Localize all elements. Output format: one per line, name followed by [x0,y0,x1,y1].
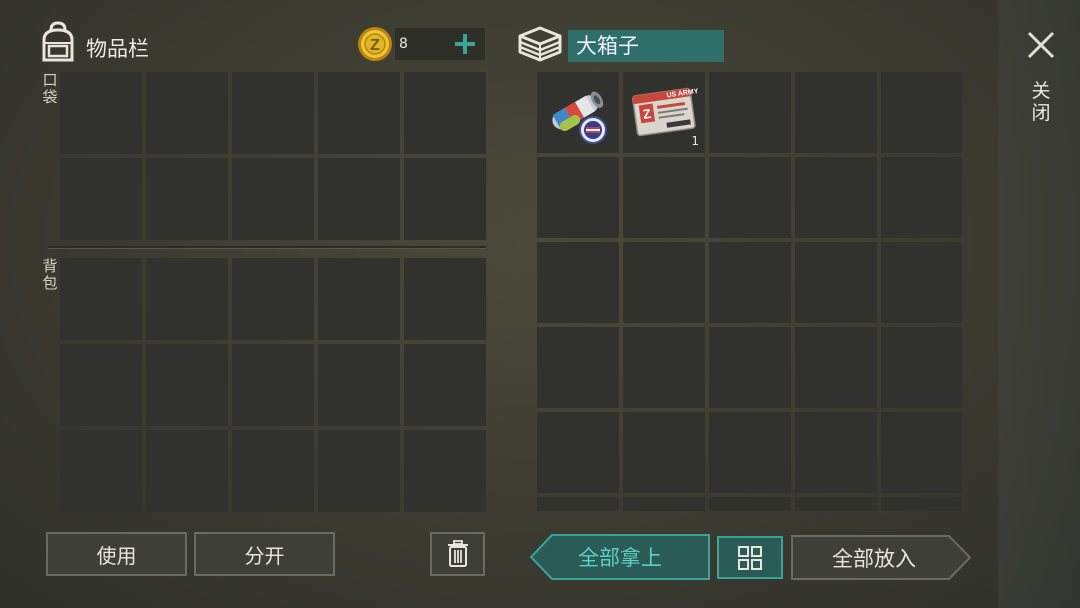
close-icon[interactable] [1026,30,1056,60]
pocket-slot[interactable] [318,158,400,240]
pocket-slot[interactable] [318,72,400,154]
grid-sort-icon [738,545,762,570]
coin-icon: Z [358,27,392,61]
container-slot[interactable] [881,242,962,323]
container-slot[interactable] [537,497,619,511]
close-label[interactable]: 关闭 [1030,80,1052,124]
container-slot[interactable] [795,412,877,493]
backpack-slot[interactable] [146,344,228,426]
split-button[interactable]: 分开 [194,532,335,576]
container-slot[interactable] [795,72,877,153]
backpack-slot[interactable] [60,258,142,340]
container-slot[interactable] [709,72,791,153]
take-all-button[interactable]: 全部拿上 [530,534,710,580]
backpack-slot[interactable] [232,430,314,512]
container-slot[interactable] [537,327,619,408]
container-slot[interactable] [623,497,705,511]
crate-icon [518,26,562,62]
backpack-slot[interactable] [404,258,486,340]
container-slot[interactable]: Z US ARMY 1 [623,72,705,153]
put-all-label: 全部放入 [832,546,916,571]
container-slot[interactable] [795,242,877,323]
container-slot[interactable] [709,412,791,493]
container-name: 大箱子 [568,30,724,62]
container-slot[interactable] [795,497,877,511]
backpack-slot[interactable] [146,430,228,512]
container-grid: Z US ARMY 1 [537,72,962,511]
pocket-slot[interactable] [60,72,142,154]
pocket-slot[interactable] [60,158,142,240]
sort-button[interactable] [717,536,783,579]
use-button[interactable]: 使用 [46,532,187,576]
backpack-slot[interactable] [146,258,228,340]
plus-icon [455,34,475,54]
container-slot[interactable] [709,327,791,408]
backpack-slot[interactable] [318,344,400,426]
container-slot[interactable] [881,72,962,153]
item-quantity: 1 [691,134,699,148]
pocket-slot[interactable] [232,158,314,240]
trash-button[interactable] [430,532,485,576]
backpack-slot[interactable] [404,430,486,512]
container-slot[interactable] [537,72,619,153]
backpack-grid [60,258,486,512]
section-divider [48,246,486,249]
pocket-grid [60,72,486,240]
backpack-slot[interactable] [232,344,314,426]
container-slot[interactable] [709,497,791,511]
backpack-slot[interactable] [60,344,142,426]
pocket-slot[interactable] [232,72,314,154]
container-slot[interactable] [623,157,705,238]
backpack-label: 背包 [42,257,58,292]
container-slot[interactable] [623,327,705,408]
container-slot[interactable] [623,242,705,323]
container-slot[interactable] [795,157,877,238]
put-all-button[interactable]: 全部放入 [791,535,971,580]
trash-icon [447,540,468,567]
take-all-label: 全部拿上 [578,546,662,570]
backpack-slot[interactable] [318,258,400,340]
posters-roll-icon [552,91,607,144]
container-slot[interactable] [709,157,791,238]
container-slot[interactable] [881,412,962,493]
add-coins-button[interactable] [447,28,483,60]
backpack-slot[interactable] [404,344,486,426]
us-army-id-card-icon: Z US ARMY [631,87,699,137]
container-slot[interactable] [537,242,619,323]
pocket-slot[interactable] [404,72,486,154]
backpack-icon [42,21,74,62]
pocket-slot[interactable] [404,158,486,240]
container-slot[interactable] [623,412,705,493]
container-slot[interactable] [795,327,877,408]
backpack-slot[interactable] [60,430,142,512]
container-slot[interactable] [881,157,962,238]
container-slot[interactable] [537,412,619,493]
coin-count: 8 [399,36,408,52]
backpack-slot[interactable] [232,258,314,340]
pocket-slot[interactable] [146,158,228,240]
svg-text:Z: Z [370,37,380,54]
pocket-label: 口袋 [42,71,58,106]
inventory-title: 物品栏 [86,37,149,61]
container-slot[interactable] [709,242,791,323]
pocket-slot[interactable] [146,72,228,154]
container-slot[interactable] [537,157,619,238]
backpack-slot[interactable] [318,430,400,512]
container-grid-viewport[interactable]: Z US ARMY 1 [537,72,962,511]
container-slot[interactable] [881,327,962,408]
container-slot[interactable] [881,497,962,511]
